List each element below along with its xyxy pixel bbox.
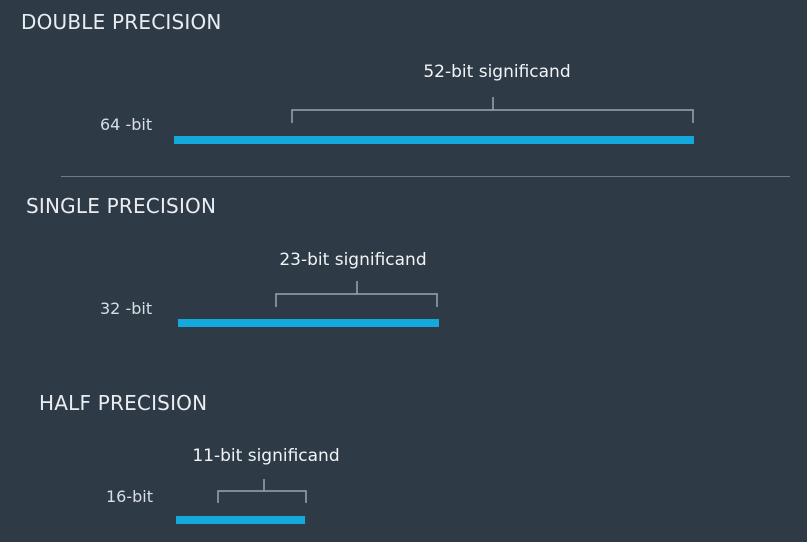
diagram-canvas: DOUBLE PRECISION 52-bit significand 64 -… — [0, 0, 807, 542]
half-bit-bar — [176, 516, 305, 524]
half-total-label: 16-bit — [106, 487, 154, 506]
half-significand-bracket — [217, 479, 307, 503]
